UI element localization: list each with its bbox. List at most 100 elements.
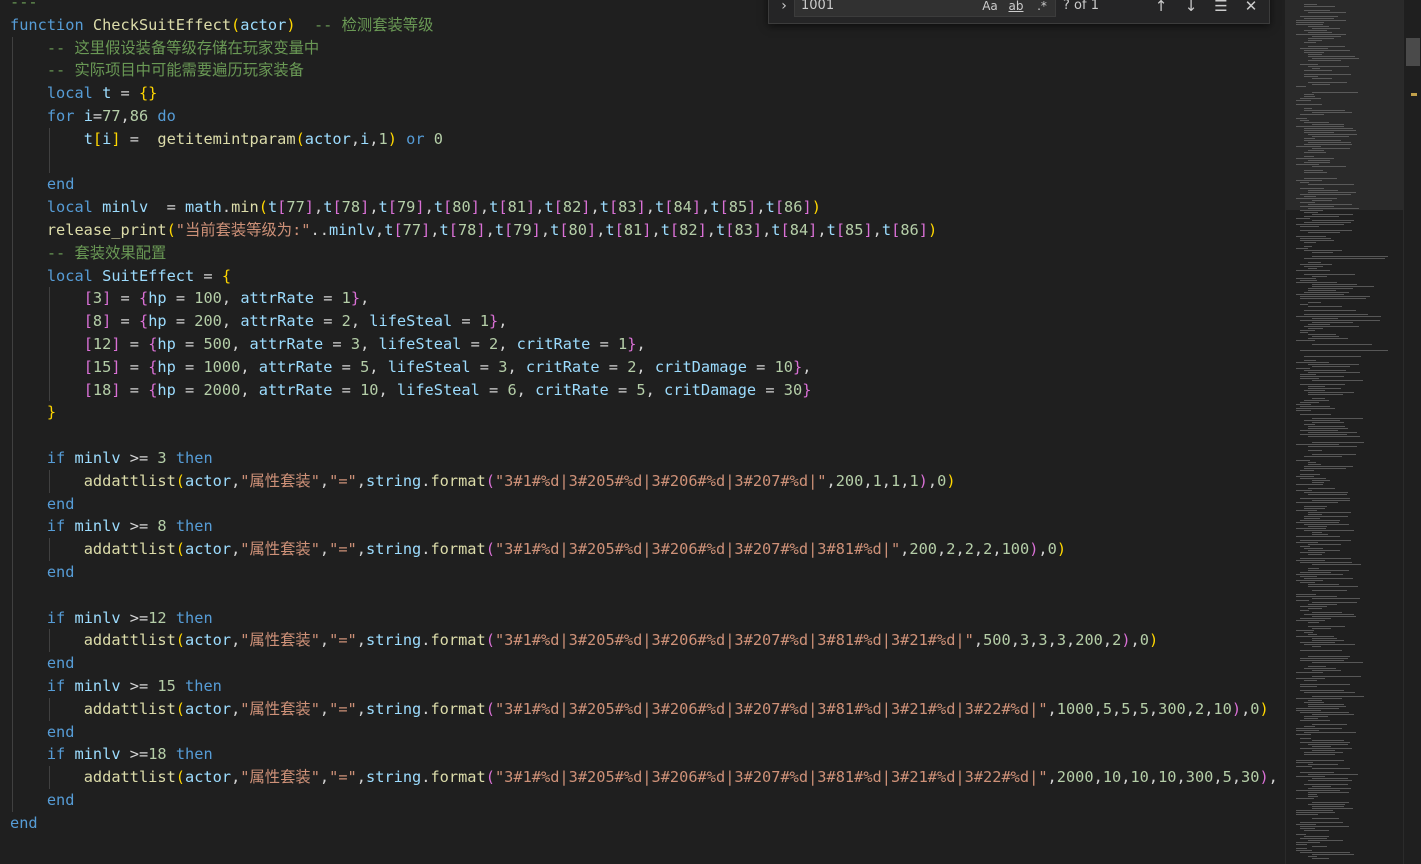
code-line[interactable]: } — [10, 401, 1278, 425]
indent-guide — [12, 515, 13, 539]
minimap-line — [1296, 528, 1326, 529]
code-line[interactable]: end — [10, 173, 1278, 197]
code-line[interactable]: -- 套装效果配置 — [10, 241, 1278, 265]
code-token: .. — [310, 220, 329, 239]
indent-guide — [12, 743, 13, 767]
code-line[interactable]: end — [10, 720, 1278, 744]
code-token: 78 — [457, 220, 477, 239]
code-line[interactable]: -- 这里假设装备等级存储在玩家变量中 — [10, 36, 1278, 60]
minimap-line — [1308, 56, 1355, 57]
match-case-button[interactable]: Aa — [979, 0, 1001, 15]
minimap-line — [1308, 268, 1318, 269]
minimap-line — [1312, 252, 1334, 253]
code-line[interactable]: -- 实际项目中可能需要遍历玩家装备 — [10, 59, 1278, 83]
code-line[interactable]: addattlist(actor,"属性套装","=",string.forma… — [10, 538, 1278, 561]
code-token: , — [1241, 699, 1251, 718]
minimap-line — [1296, 636, 1335, 637]
code-line[interactable]: addattlist(actor,"属性套装","=",string.forma… — [10, 697, 1278, 721]
code-line[interactable]: if minlv >=12 then — [10, 606, 1278, 630]
minimap[interactable] — [1285, 0, 1404, 864]
minimap-line — [1304, 680, 1317, 681]
code-line[interactable]: if minlv >= 8 then — [10, 515, 1278, 539]
code-line[interactable] — [10, 583, 1278, 607]
code-token: t — [494, 220, 505, 239]
code-token: ) — [1121, 631, 1131, 650]
find-widget: › Aa ab .* ? of 1 ↑ ↓ ☰ ✕ — [768, 0, 1270, 24]
code-token: ] — [918, 220, 928, 239]
code-line[interactable]: if minlv >=18 then — [10, 743, 1278, 767]
vertical-scrollbar[interactable] — [1403, 0, 1421, 864]
code-token: ( — [166, 220, 176, 239]
code-token: ] — [802, 198, 812, 217]
code-token: 1000 — [1056, 699, 1094, 718]
minimap-line — [1304, 258, 1386, 259]
code-line[interactable]: [3] = {hp = 100, attrRate = 1}, — [10, 287, 1278, 311]
minimap-line — [1304, 52, 1324, 53]
minimap-line — [1296, 224, 1344, 225]
minimap-line — [1296, 460, 1310, 461]
scrollbar-thumb[interactable] — [1406, 38, 1420, 66]
code-line[interactable]: end — [10, 560, 1278, 584]
indent-guide — [12, 469, 13, 493]
code-token: , — [356, 540, 366, 559]
match-whole-word-button[interactable]: ab — [1005, 0, 1027, 15]
close-icon[interactable]: ✕ — [1240, 0, 1262, 17]
minimap-line — [1304, 370, 1347, 371]
indent-guide — [12, 264, 13, 288]
toggle-replace-chevron-icon[interactable]: › — [775, 0, 793, 17]
code-line[interactable]: if minlv >= 3 then — [10, 446, 1278, 470]
code-line[interactable]: if minlv >= 15 then — [10, 674, 1278, 698]
minimap-line — [1312, 318, 1339, 319]
find-in-selection-icon[interactable]: ☰ — [1210, 0, 1232, 17]
minimap-line — [1300, 406, 1330, 407]
code-lines[interactable]: --- function CheckSuitEffect(actor) -- 检测… — [10, 0, 1278, 834]
code-line[interactable]: for i=77,86 do — [10, 104, 1278, 128]
minimap-line — [1296, 362, 1330, 363]
next-match-arrow-down-icon[interactable]: ↓ — [1180, 0, 1202, 17]
minimap-line — [1296, 730, 1320, 731]
minimap-line — [1296, 270, 1331, 271]
indent-guide — [49, 355, 50, 379]
code-token: then — [166, 608, 213, 627]
code-line[interactable]: t[i] = getitemintparam(actor,i,1) or 0 — [10, 127, 1278, 151]
code-line[interactable] — [10, 150, 1278, 174]
code-line[interactable]: addattlist(actor,"属性套装","=",string.forma… — [10, 629, 1278, 653]
code-token: 10 — [774, 357, 794, 376]
code-line[interactable]: [8] = {hp = 200, attrRate = 2, lifeSteal… — [10, 310, 1278, 333]
code-line[interactable]: [12] = {hp = 500, attrRate = 3, lifeStea… — [10, 332, 1278, 356]
use-regex-button[interactable]: .* — [1031, 0, 1053, 15]
code-editor[interactable]: --- function CheckSuitEffect(actor) -- 检测… — [0, 0, 1285, 864]
code-token: critDamage — [654, 357, 747, 376]
code-line[interactable] — [10, 424, 1278, 447]
code-token: 2 — [489, 334, 499, 353]
code-line[interactable]: local minlv = math.min(t[77],t[78],t[79]… — [10, 196, 1278, 219]
minimap-line — [1304, 754, 1336, 755]
code-token: 2 — [964, 540, 974, 559]
code-token: , — [540, 220, 551, 239]
code-line[interactable]: end — [10, 492, 1278, 516]
code-line[interactable]: local t = {} — [10, 82, 1278, 105]
code-line[interactable]: [18] = {hp = 2000, attrRate = 10, lifeSt… — [10, 378, 1278, 402]
code-line[interactable]: end — [10, 788, 1278, 812]
minimap-line — [1296, 34, 1346, 35]
code-line[interactable]: local SuitEffect = { — [10, 264, 1278, 288]
code-line[interactable]: addattlist(actor,"属性套装","=",string.forma… — [10, 469, 1278, 493]
minimap-line — [1312, 166, 1346, 167]
code-line[interactable]: end — [10, 652, 1278, 675]
code-token: [ — [835, 220, 846, 239]
minimap-line — [1304, 110, 1346, 111]
code-line[interactable]: end — [10, 812, 1278, 835]
minimap-line — [1312, 366, 1350, 367]
previous-match-arrow-up-icon[interactable]: ↑ — [1150, 0, 1172, 17]
indent-guide — [12, 583, 13, 607]
code-token: , — [350, 312, 370, 331]
code-line[interactable]: release_print("当前套装等级为:"..minlv,t[77],t[… — [10, 218, 1278, 242]
code-line[interactable]: [15] = {hp = 1000, attrRate = 5, lifeSte… — [10, 355, 1278, 379]
minimap-line — [1300, 414, 1331, 415]
minimap-line — [1296, 278, 1316, 279]
code-line[interactable]: addattlist(actor,"属性套装","=",string.forma… — [10, 766, 1278, 789]
